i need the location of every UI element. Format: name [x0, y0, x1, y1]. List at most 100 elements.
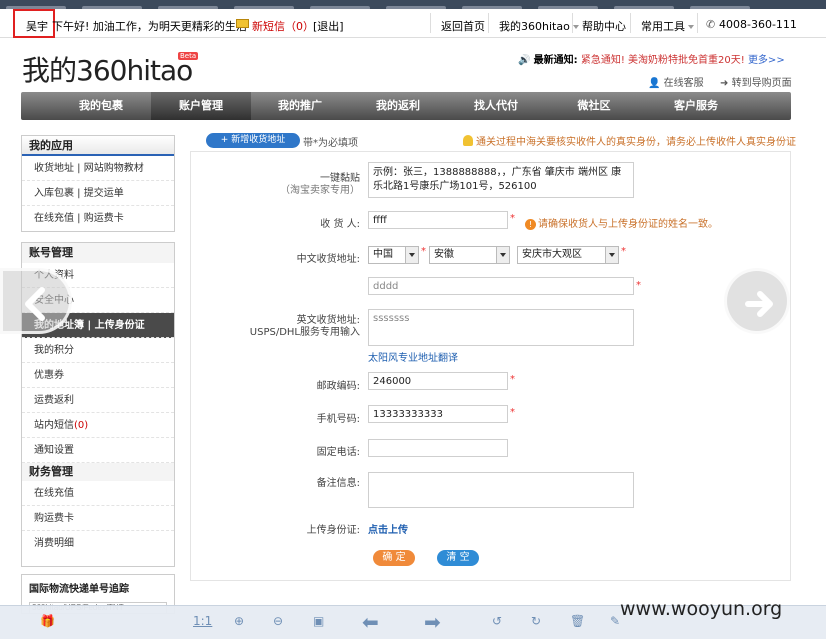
cn-address-label: 中文收货地址:	[296, 254, 360, 265]
phone-label: 固定电话:	[316, 447, 360, 458]
zip-label: 邮政编码:	[316, 381, 360, 392]
clear-button[interactable]: 清 空	[437, 550, 479, 566]
lightbulb-icon	[463, 135, 473, 146]
beta-badge: Beta	[178, 52, 199, 60]
next-image-button[interactable]	[724, 268, 790, 334]
phone-icon: ✆	[706, 18, 716, 31]
sidebar-item-points[interactable]: 我的积分	[22, 338, 174, 363]
required-note: 带*为必填项	[303, 138, 358, 149]
mobile-label: 手机号码:	[316, 414, 360, 425]
sidebar-finance-title: 财务管理	[22, 463, 174, 481]
sidebar-item-notify-settings[interactable]: 通知设置	[22, 438, 174, 463]
nav-micro-community[interactable]: 微社区	[545, 92, 643, 120]
notice-label: 最新通知:	[533, 55, 578, 66]
help-center-link[interactable]: 帮助中心	[582, 18, 626, 34]
top-utility-bar: 吴宇 下午好! 加油工作，为明天更精彩的生活 新短信（0） [退出] 返回首页 …	[0, 9, 826, 38]
nav-pay-for-me[interactable]: 找人代付	[447, 92, 545, 120]
remark-textarea[interactable]	[368, 472, 634, 508]
id-upload-label: 上传身份证:	[306, 525, 360, 536]
country-select[interactable]: 中国	[368, 246, 419, 264]
guide-page-link[interactable]: ➜ 转到导购页面	[720, 74, 792, 89]
add-address-button[interactable]: + 新增收货地址	[206, 133, 300, 148]
nav-customer-service[interactable]: 客户服务	[643, 92, 749, 120]
sidebar-item-recharge[interactable]: 在线充值 | 购运费卡	[22, 206, 174, 231]
phone-input[interactable]	[368, 439, 508, 457]
hotline-number: 4008-360-111	[719, 18, 797, 31]
sidebar-item-freight-card[interactable]: 购运费卡	[22, 506, 174, 531]
home-link[interactable]: 返回首页	[441, 18, 485, 34]
info-icon: !	[525, 219, 536, 230]
arrow-right-icon	[745, 291, 773, 317]
mail-icon	[236, 19, 249, 28]
prev-image-button[interactable]	[0, 268, 72, 334]
delete-icon[interactable]: 🗑	[570, 614, 585, 632]
tracking-title: 国际物流快递单号追踪	[29, 584, 129, 595]
prev-arrow-icon[interactable]: ⬅	[362, 610, 379, 634]
sidebar-account-title: 账号管理	[22, 243, 174, 263]
nav-account-management[interactable]: 账户管理	[151, 92, 251, 120]
sidebar-item-consumption[interactable]: 消费明细	[22, 531, 174, 556]
notice-text[interactable]: 紧急通知! 美淘奶粉特批免首重20天!	[581, 55, 745, 66]
person-icon: 👤	[648, 78, 661, 89]
rotate-left-icon[interactable]: ↺	[492, 614, 502, 632]
receiver-input[interactable]: ffff	[368, 211, 508, 229]
remark-label: 备注信息:	[316, 478, 360, 489]
chevron-down-icon	[405, 247, 418, 263]
sidebar-item-inbound[interactable]: 入库包裹 | 提交运单	[22, 181, 174, 206]
main-navigation: 我的包裹 账户管理 我的推广 我的返利 找人代付 微社区 客户服务	[21, 92, 791, 120]
sidebar-item-online-recharge[interactable]: 在线充值	[22, 481, 174, 506]
sidebar-item-freight-rebate[interactable]: 运费返利	[22, 388, 174, 413]
notice-bar: 🔊 最新通知: 紧急通知! 美淘奶粉特批免首重20天! 更多>>	[518, 51, 785, 66]
mobile-input[interactable]: 13333333333	[368, 405, 508, 423]
sidebar-item-address[interactable]: 收货地址 | 网站购物教材	[22, 156, 174, 181]
paste-sublabel: （淘宝卖家专用）	[280, 185, 360, 196]
zoom-out-icon[interactable]: ⊖	[273, 614, 283, 632]
nav-my-packages[interactable]: 我的包裹	[51, 92, 151, 120]
sidebar-item-site-sms[interactable]: 站内短信(0)	[22, 413, 174, 438]
watermark: www.wooyun.org	[620, 598, 783, 620]
actual-size-button[interactable]: 1:1	[193, 614, 212, 632]
nav-my-promotion[interactable]: 我的推广	[251, 92, 349, 120]
new-sms-link[interactable]: 新短信（0）	[252, 18, 314, 34]
confirm-button[interactable]: 确 定	[373, 550, 415, 566]
province-select[interactable]: 安徽	[429, 246, 510, 264]
chevron-down-icon	[605, 247, 618, 263]
zoom-in-icon[interactable]: ⊕	[234, 614, 244, 632]
street-input[interactable]: dddd	[368, 277, 634, 295]
sidebar-apps-title: 我的应用	[22, 136, 174, 156]
arrow-left-icon	[25, 287, 45, 321]
paste-textarea[interactable]: 示例：张三，1388888888，，广东省 肇庆市 端州区 康乐北路1号康乐广场…	[368, 162, 634, 198]
zip-input[interactable]: 246000	[368, 372, 508, 390]
online-service-link[interactable]: 👤 在线客服	[648, 74, 704, 89]
edit-icon[interactable]: ✎	[610, 614, 620, 632]
nav-my-rebate[interactable]: 我的返利	[349, 92, 447, 120]
chevron-down-icon	[496, 247, 509, 263]
id-warning: 通关过程中海关要核实收件人的真实身份，请务必上传收件人真实身份证	[463, 133, 796, 148]
chevron-down-icon	[572, 25, 579, 29]
chevron-down-icon	[688, 25, 694, 29]
rotate-right-icon[interactable]: ↻	[531, 614, 541, 632]
gift-icon[interactable]: 🎁	[40, 614, 55, 632]
sidebar-apps: 我的应用 收货地址 | 网站购物教材 入库包裹 | 提交运单 在线充值 | 购运…	[21, 135, 175, 232]
receiver-label: 收 货 人:	[320, 219, 360, 230]
arrow-right-icon: ➜	[720, 78, 729, 89]
next-arrow-icon[interactable]: ➡	[424, 610, 441, 634]
city-select[interactable]: 安庆市大观区	[517, 246, 619, 264]
speaker-icon: 🔊	[518, 55, 531, 66]
sidebar-item-coupons[interactable]: 优惠券	[22, 363, 174, 388]
user-name[interactable]: 吴宇	[26, 18, 48, 34]
translate-link[interactable]: 太阳风专业地址翻译	[368, 349, 458, 364]
id-upload-link[interactable]: 点击上传	[368, 521, 408, 536]
sms-count: (0)	[74, 420, 89, 431]
logout-link[interactable]: [退出]	[313, 18, 344, 34]
my-360hitao-link[interactable]: 我的360hitao	[499, 18, 579, 34]
notice-more-link[interactable]: 更多>>	[748, 55, 785, 66]
greeting-text: 下午好! 加油工作，为明天更精彩的生活	[52, 20, 247, 33]
fit-screen-icon[interactable]: ▣	[313, 614, 324, 632]
browser-bookmark-strip	[0, 0, 826, 9]
en-address-sublabel: USPS/DHL服务专用输入	[249, 327, 360, 338]
site-logo[interactable]: 我的360hitao	[22, 49, 193, 89]
receiver-hint: ! 请确保收货人与上传身份证的姓名一致。	[525, 215, 718, 230]
tools-menu[interactable]: 常用工具	[641, 18, 694, 34]
en-address-textarea[interactable]: sssssss	[368, 309, 634, 346]
